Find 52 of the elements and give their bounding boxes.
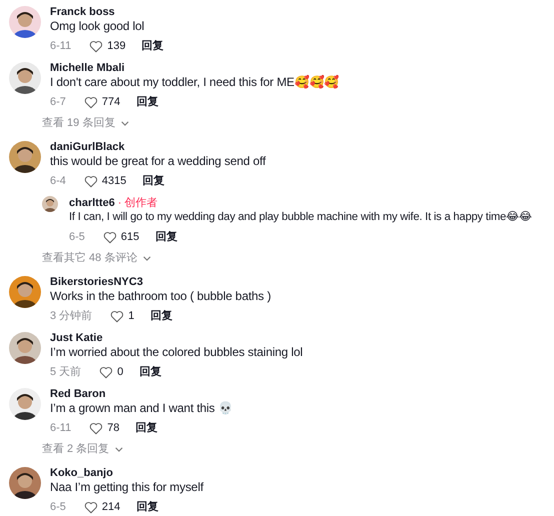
comment-date: 6-7 [50,95,66,109]
comment-date: 6-11 [50,39,72,53]
heart-icon[interactable] [110,310,124,322]
reply-link[interactable]: 回复 [135,421,158,435]
comment-text: Omg look good lol [50,19,146,33]
like-count: 4315 [102,174,126,188]
comment-text: Works in the bathroom too ( bubble baths ) [50,289,271,303]
heart-icon[interactable] [102,230,117,244]
reply-link[interactable]: 回复 [155,230,178,244]
reply-link[interactable]: 回复 [139,365,162,379]
reply-link[interactable]: 回复 [142,39,164,53]
heart-icon[interactable] [84,500,98,514]
comment-date: 6-5 [69,230,85,244]
comment-date: 3 分钟前 [50,309,92,323]
like-count: 214 [102,500,120,514]
reply-link[interactable]: 回复 [142,174,164,188]
comment-text: this would be great for a wedding send off [50,154,266,168]
like-count: 774 [102,95,120,109]
like-count: 78 [107,421,120,435]
username[interactable]: Just Katie [50,331,103,345]
comment-text: I don't care about my toddler, I need this for ME🥰🥰🥰 [50,75,339,89]
like-count: 139 [107,39,126,53]
like-count: 1 [128,309,134,323]
heart-icon[interactable] [84,174,98,188]
heart-icon[interactable] [89,422,104,434]
chevron-down-icon[interactable] [143,256,152,260]
reply-link[interactable]: 回复 [136,500,158,514]
comment-text: If I can, I will go to my wedding day and play bubble machine with my wife. It is a happy time😂😂 [69,210,532,224]
reply-link[interactable]: 回复 [136,95,158,109]
comment-text: I’m a grown man and I want this 💀 [50,401,233,415]
username[interactable]: Koko_banjo [50,466,113,480]
username[interactable]: charltte6 [69,196,115,210]
comment-date: 6-4 [50,174,66,188]
chevron-down-icon[interactable] [121,120,130,126]
like-count: 0 [117,365,124,379]
heart-icon[interactable] [84,96,98,108]
comment-text: I’m worried about the colored bubbles staining lol [50,345,303,359]
username[interactable]: Michelle Mbali [50,61,125,75]
username[interactable]: Franck boss [50,5,115,19]
creator-label: · 创作者 [118,196,158,210]
comment-text: Naa I’m getting this for myself [50,480,204,494]
like-count: 615 [120,230,140,244]
heart-icon[interactable] [89,40,104,52]
username[interactable]: Red Baron [50,387,106,401]
username[interactable]: BikerstoriesNYC3 [50,275,143,289]
reply-link[interactable]: 回复 [150,309,172,323]
heart-icon[interactable] [99,366,114,378]
comment-date: 6-11 [50,421,72,435]
comment-date: 5 天前 [50,365,82,379]
username[interactable]: daniGurlBlack [50,140,125,154]
chevron-down-icon[interactable] [115,446,124,452]
comment-date: 6-5 [50,500,66,514]
